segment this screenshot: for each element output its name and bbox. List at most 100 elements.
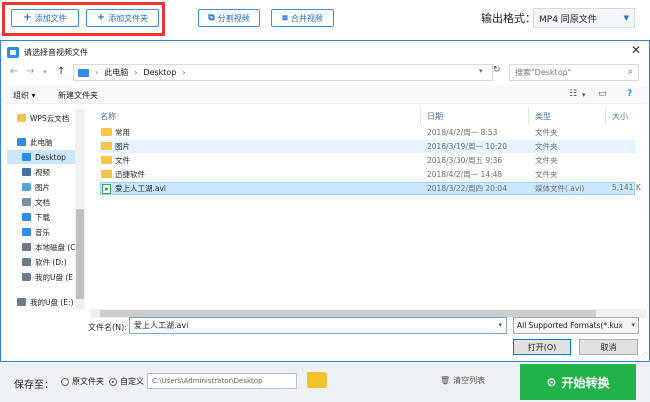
- trash-icon: 🗑: [440, 376, 451, 385]
- usb-drive-icon: [17, 298, 26, 306]
- nav-item-label: Desktop: [35, 152, 66, 162]
- nav-item-label: 下载: [35, 212, 50, 222]
- nav-item-label: 图片: [35, 182, 50, 192]
- file-date: 2018/4/2/周一 8:53: [427, 128, 498, 137]
- up-arrow-icon[interactable]: ↑: [57, 66, 65, 77]
- open-button[interactable]: 打开(O): [513, 339, 571, 355]
- close-icon[interactable]: ✕: [631, 43, 641, 57]
- filename-input[interactable]: 爱上人工湖.avi ▾: [129, 317, 507, 334]
- picture-icon: [22, 183, 31, 191]
- forward-arrow-icon[interactable]: →: [26, 66, 34, 77]
- merge-video-label: 合并视频: [290, 13, 323, 23]
- radio-custom-folder[interactable]: 自定义: [109, 376, 144, 387]
- split-icon: ⧉: [208, 13, 215, 23]
- app-bottom-bar: 保存至： 原文件夹 自定义 C:\Users\Administrator\Des…: [0, 362, 650, 402]
- add-folder-label: 添加文件夹: [108, 13, 149, 23]
- add-file-button[interactable]: + 添加文件: [11, 9, 79, 27]
- file-date: 2018/3/19/周一 10:20: [427, 142, 507, 151]
- dialog-titlebar: 请选择音视频文件: [7, 45, 88, 59]
- column-header-date[interactable]: 日期: [427, 111, 443, 122]
- column-header-size[interactable]: 大小: [612, 111, 628, 122]
- help-icon[interactable]: ?: [627, 89, 632, 99]
- nav-item-label: 音乐: [35, 227, 50, 237]
- radio-original-folder[interactable]: 原文件夹: [61, 376, 104, 387]
- breadcrumb-separator: ›: [95, 68, 99, 77]
- resize-grip-icon[interactable]: ⋰: [640, 351, 647, 359]
- file-date: 2018/3/30/周五 9:36: [427, 156, 503, 165]
- file-row[interactable]: 常用 2018/4/2/周一 8:53 文件夹: [100, 126, 635, 139]
- search-placeholder: 搜索"Desktop": [515, 68, 572, 77]
- nav-item-desktop[interactable]: Desktop: [7, 150, 75, 164]
- file-type-value: All Supported Formats(*.kux: [517, 321, 623, 330]
- organize-menu[interactable]: 组织 ▾: [13, 90, 36, 101]
- search-icon: ⌕: [627, 67, 633, 77]
- drive-icon: [22, 258, 31, 266]
- filename-value: 爱上人工湖.avi: [134, 321, 189, 330]
- app-toolbar: + 添加文件 + 添加文件夹 ⧉ 分割视频 ⧈ 合并视频 输出格式： MP4 同…: [0, 0, 650, 40]
- preview-pane-icon[interactable]: ▭: [598, 89, 607, 99]
- output-format-label: 输出格式：: [481, 12, 536, 25]
- start-convert-button[interactable]: ⊙ 开始转换: [520, 364, 636, 400]
- nav-item-label: 文档: [35, 197, 50, 207]
- document-icon: [22, 198, 31, 206]
- filename-label: 文件名(N):: [88, 323, 127, 332]
- app-icon: [7, 46, 19, 58]
- breadcrumb-desktop[interactable]: Desktop: [143, 68, 176, 77]
- command-bar: 组织 ▾ 新建文件夹 ☷ ▾ ▭ ?: [2, 86, 648, 104]
- dialog-title: 请选择音视频文件: [24, 47, 88, 57]
- file-type-select[interactable]: All Supported Formats(*.kux ▾: [513, 317, 639, 334]
- output-format-select[interactable]: MP4 同原文件 ▼: [533, 8, 635, 28]
- file-row[interactable]: 图片 2018/3/19/周一 10:20 文件夹: [100, 140, 635, 153]
- open-file-dialog: 请选择音视频文件 ✕ ← → ▾ ↑ › 此电脑 › Desktop › ▾ ↻…: [0, 40, 650, 362]
- output-path-input[interactable]: C:\Users\Administrator\Desktop: [147, 373, 297, 389]
- column-divider[interactable]: [528, 107, 529, 124]
- folder-icon: [101, 156, 112, 164]
- breadcrumb-pc[interactable]: 此电脑: [104, 67, 128, 78]
- folder-icon: [101, 142, 112, 150]
- nav-scrollbar[interactable]: [75, 109, 85, 309]
- chevron-down-icon: ▾: [631, 321, 635, 329]
- chevron-down-icon: ▼: [623, 14, 629, 22]
- address-dropdown-icon[interactable]: ▾: [479, 67, 483, 75]
- address-bar[interactable]: › 此电脑 › Desktop ›: [73, 64, 493, 81]
- folder-icon: [101, 128, 112, 136]
- radio-label: 自定义: [120, 377, 144, 386]
- refresh-icon[interactable]: ↻: [493, 65, 501, 75]
- video-icon: [22, 168, 31, 176]
- file-date: 2018/4/2/周一 14:48: [427, 170, 503, 179]
- new-folder-button[interactable]: 新建文件夹: [58, 90, 98, 101]
- split-video-button[interactable]: ⧉ 分割视频: [198, 9, 260, 27]
- column-divider[interactable]: [605, 107, 606, 124]
- back-arrow-icon[interactable]: ←: [10, 66, 18, 77]
- breadcrumb-separator: ›: [134, 68, 138, 77]
- download-icon: [22, 213, 31, 221]
- add-folder-button[interactable]: + 添加文件夹: [86, 9, 159, 27]
- clear-list-button[interactable]: 🗑 清空列表: [440, 375, 485, 386]
- chevron-down-icon[interactable]: ▾: [498, 321, 502, 329]
- nav-item-label: 本地磁盘 (C: [35, 242, 76, 252]
- drive-icon: [22, 243, 31, 251]
- browse-folder-icon[interactable]: [307, 372, 327, 388]
- recent-dropdown-icon[interactable]: ▾: [43, 68, 47, 76]
- desktop-icon: [22, 153, 31, 161]
- folder-icon: [101, 170, 112, 178]
- merge-video-button[interactable]: ⧈ 合并视频: [271, 9, 334, 27]
- file-row[interactable]: 爱上人工湖.avi 2018/3/22/周四 20:04 媒体文件(.avi) …: [100, 182, 641, 195]
- column-divider[interactable]: [420, 107, 421, 124]
- file-row[interactable]: 文件 2018/3/30/周五 9:36 文件夹: [100, 154, 635, 167]
- view-options-icon[interactable]: ☷: [569, 89, 577, 99]
- radio-checked-icon: [109, 377, 117, 386]
- file-row[interactable]: 迅捷软件 2018/4/2/周一 14:48 文件夹: [100, 168, 635, 181]
- search-input[interactable]: 搜索"Desktop" ⌕: [509, 64, 639, 81]
- horizontal-scrollbar-thumb[interactable]: [100, 310, 596, 317]
- nav-scrollbar-thumb[interactable]: [76, 209, 84, 299]
- output-path-value: C:\Users\Administrator\Desktop: [152, 377, 263, 385]
- music-icon: [22, 228, 31, 236]
- cancel-button[interactable]: 取消: [579, 339, 638, 355]
- view-dropdown-icon[interactable]: ▾: [582, 91, 586, 99]
- nav-item-label: 视频: [35, 167, 50, 177]
- column-header-type[interactable]: 类型: [535, 111, 551, 122]
- add-file-label: 添加文件: [34, 13, 67, 23]
- column-header-name[interactable]: 名称: [100, 111, 116, 122]
- radio-icon: [61, 377, 69, 386]
